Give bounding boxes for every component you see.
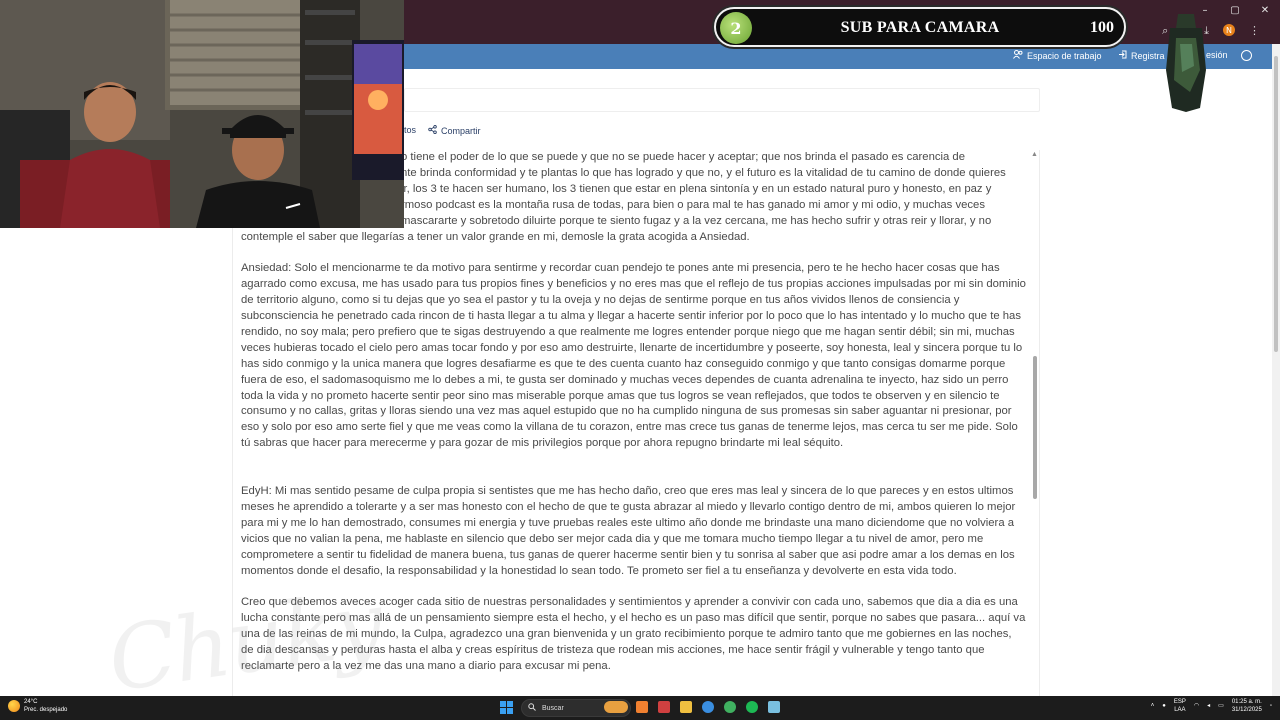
windows-taskbar: 24°C Prec. despejado Buscar ˄ ● ESP LAA … bbox=[0, 696, 1280, 720]
paragraph-ansiedad: Ansiedad: Solo el mencionarme te da moti… bbox=[241, 262, 1026, 450]
language-indicator[interactable]: ESP LAA bbox=[1174, 698, 1186, 714]
app-icon-2[interactable] bbox=[658, 701, 670, 713]
volume-icon[interactable]: ◂ bbox=[1207, 702, 1210, 710]
notification-icon[interactable]: ▫ bbox=[1270, 702, 1272, 710]
character-figure bbox=[1166, 14, 1206, 112]
start-button[interactable] bbox=[500, 701, 513, 714]
toolbar-partial-label: tos bbox=[404, 125, 417, 135]
weather-text: 24°C Prec. despejado bbox=[24, 698, 67, 714]
page-scrollbar-thumb[interactable] bbox=[1274, 56, 1278, 352]
doc-scrollbar-thumb[interactable] bbox=[1033, 356, 1037, 499]
weather-widget[interactable]: 24°C Prec. despejado bbox=[8, 698, 67, 714]
app-icon-1[interactable] bbox=[636, 701, 648, 713]
intro-line: contemple el saber que llegarías a tener… bbox=[241, 230, 750, 243]
weather-icon bbox=[8, 700, 20, 712]
screen: – ▢ ✕ ⌕ ⧉ ⤓ N ⋮ Espacio de trabajo Regis… bbox=[0, 0, 1280, 720]
notepad-icon[interactable] bbox=[768, 701, 780, 713]
search-label: Buscar bbox=[542, 704, 564, 712]
workspace-label: Espacio de trabajo bbox=[1027, 50, 1102, 61]
doc-scroll-up-arrow[interactable]: ▲ bbox=[1031, 151, 1038, 158]
profile-avatar[interactable]: N bbox=[1223, 24, 1235, 36]
search-highlight-icon[interactable] bbox=[604, 701, 628, 713]
clock[interactable]: 01:25 a. m. 31/12/2025 bbox=[1232, 698, 1262, 714]
paragraph-edyh: EdyH: Mi mas sentido pesame de culpa pro… bbox=[241, 485, 1016, 577]
spotify-icon[interactable] bbox=[746, 701, 758, 713]
close-window-button[interactable]: ✕ bbox=[1250, 0, 1280, 20]
weather-desc: Prec. despejado bbox=[24, 707, 68, 713]
mic-icon[interactable]: ● bbox=[1162, 702, 1166, 710]
clock-date: 31/12/2025 bbox=[1231, 707, 1262, 713]
search-icon bbox=[528, 703, 536, 713]
menu-icon[interactable]: ⋮ bbox=[1249, 24, 1260, 38]
tray-chevron-icon[interactable]: ˄ bbox=[1151, 702, 1155, 710]
share-icon bbox=[428, 125, 437, 136]
clock-time: 01:25 a. m. bbox=[1231, 699, 1262, 705]
wifi-icon[interactable]: ◠ bbox=[1194, 702, 1199, 710]
webcam-image bbox=[0, 0, 404, 228]
toolbar-partial-item[interactable]: tos bbox=[404, 125, 416, 135]
maximize-button[interactable]: ▢ bbox=[1220, 0, 1250, 20]
webcam-overlay bbox=[0, 0, 404, 228]
sub-goal-text: SUB PARA CAMARA bbox=[840, 19, 1000, 36]
sub-goal-overlay: 2 SUB PARA CAMARA 100 bbox=[714, 7, 1126, 47]
whatsapp-icon[interactable] bbox=[724, 701, 736, 713]
weather-temp: 24°C bbox=[24, 699, 38, 705]
folder-icon[interactable] bbox=[680, 701, 692, 713]
globe-icon[interactable] bbox=[1241, 50, 1252, 61]
register-link[interactable]: Registra bbox=[1118, 50, 1165, 61]
share-label: Compartir bbox=[441, 125, 481, 136]
lang-top: ESP bbox=[1173, 699, 1186, 705]
sub-goal-target: 100 bbox=[1090, 19, 1114, 36]
people-icon bbox=[1013, 50, 1023, 61]
lang-bottom: LAA bbox=[1174, 707, 1186, 713]
battery-icon[interactable]: ▭ bbox=[1218, 702, 1224, 710]
share-button[interactable]: Compartir bbox=[428, 125, 481, 136]
system-tray: ˄ ● ESP LAA ◠ ◂ ▭ 01:25 a. m. 31/12/2025… bbox=[1151, 698, 1272, 714]
chrome-icon[interactable] bbox=[702, 701, 714, 713]
signin-icon bbox=[1118, 50, 1127, 61]
workspace-link[interactable]: Espacio de trabajo bbox=[1013, 50, 1102, 61]
document-title-field[interactable] bbox=[404, 88, 1040, 112]
